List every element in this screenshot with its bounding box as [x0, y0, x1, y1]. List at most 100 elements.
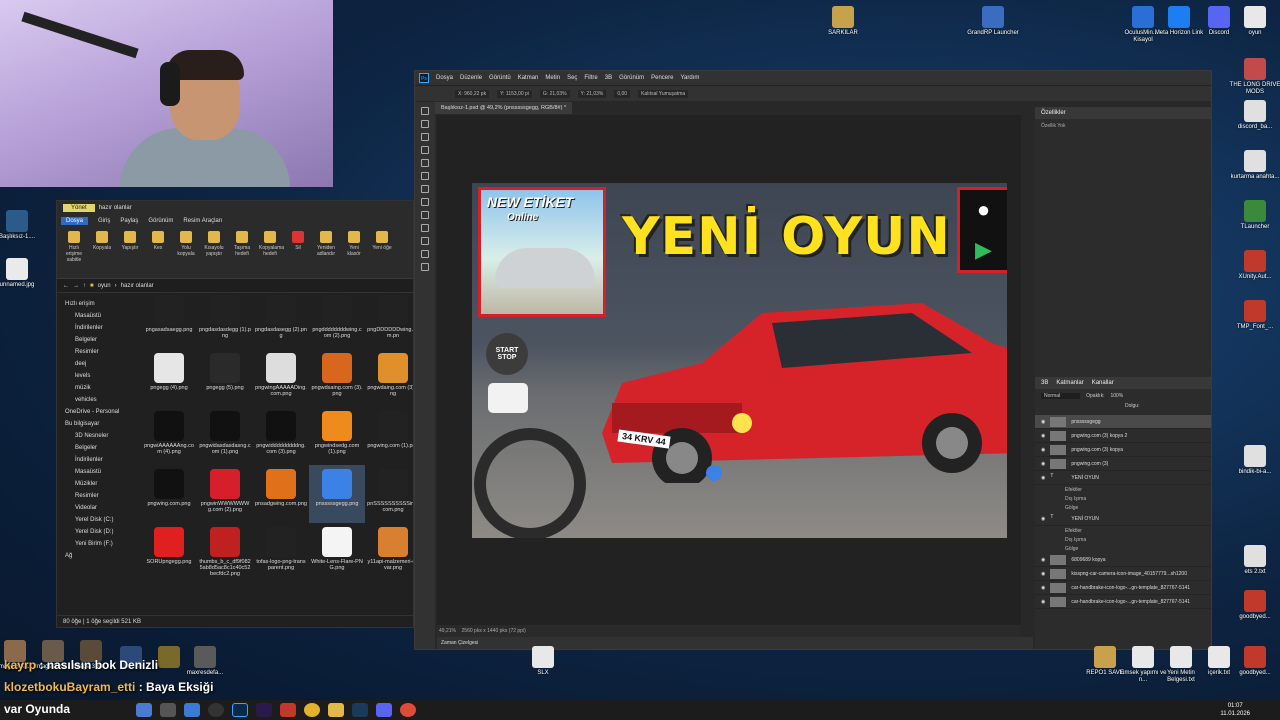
menu-g-r-nt[interactable]: Görüntü	[489, 75, 511, 81]
menu-metin[interactable]: Metin	[545, 75, 560, 81]
file-item[interactable]: pngwiAAAAAAng.com (4).png	[141, 407, 197, 465]
back-arrow-icon[interactable]: ←	[63, 283, 69, 289]
layer-effect[interactable]: Efektler	[1035, 526, 1211, 535]
visibility-eye-icon[interactable]: ◉	[1041, 433, 1045, 439]
menu-g-r-n-m[interactable]: Görünüm	[619, 75, 644, 81]
layer-effect[interactable]: Gölge	[1035, 544, 1211, 553]
layer-row[interactable]: ◉ kisspng-car-camera-icon-image_40157779.…	[1035, 567, 1211, 581]
gradient-tool-icon[interactable]	[421, 211, 429, 219]
panel-tab-katmanlar[interactable]: Katmanlar	[1056, 377, 1083, 389]
visibility-eye-icon[interactable]: ◉	[1041, 585, 1045, 591]
desktop-icon-tmp-font[interactable]: TMP_Font_...	[1228, 300, 1280, 331]
nav-item-onedrive-personal[interactable]: OneDrive - Personal	[65, 406, 135, 418]
layer-row[interactable]: ◉ pngwing.com (3) kopya	[1035, 443, 1211, 457]
desktop-icon-tlauncher[interactable]: TLauncher	[1228, 200, 1280, 231]
ribbon-button-yolu-kopyala[interactable]: Yolu kopyala	[175, 231, 197, 274]
ribbon-tab-payla[interactable]: Paylaş	[120, 218, 138, 224]
option-field[interactable]: Kalıtsal Yumuşatma	[638, 89, 689, 98]
file-item[interactable]: pngwidddddddddng.com (3).png	[253, 407, 309, 465]
pen-tool-icon[interactable]	[421, 224, 429, 232]
file-item[interactable]: pnsssssgegg.png	[309, 465, 365, 523]
layer-row[interactable]: ◉ pngwing.com (3) kopya 2	[1035, 429, 1211, 443]
visibility-eye-icon[interactable]: ◉	[1041, 419, 1045, 425]
ribbon-button-yap-t-r[interactable]: Yapıştır	[119, 231, 141, 274]
nav-item-belgeler[interactable]: Belgeler	[65, 442, 135, 454]
visibility-eye-icon[interactable]: ◉	[1041, 461, 1045, 467]
file-item[interactable]: pngdasdasdegg (1).png	[197, 291, 253, 349]
panel-tab-3b[interactable]: 3B	[1041, 377, 1048, 389]
zoom-tool-icon[interactable]	[421, 263, 429, 271]
panel-tab-kanallar[interactable]: Kanallar	[1092, 377, 1114, 389]
desktop-icon-sarkilar[interactable]: SARKILAR	[816, 6, 870, 37]
layer-row[interactable]: ◉ car-handbrake-icon-logo-...gn-template_…	[1035, 595, 1211, 609]
nav-item-m-zik[interactable]: müzik	[65, 382, 135, 394]
desktop-icon-the-long-drive-mods[interactable]: THE LONG DRIVE MODS	[1228, 58, 1280, 96]
file-item[interactable]: pngdasdasegg (2).png	[253, 291, 309, 349]
desktop-icon-bindik-bi-a[interactable]: bindik-bi-a...	[1228, 445, 1280, 476]
nav-item-belgeler[interactable]: Belgeler	[65, 334, 135, 346]
nav-item-a[interactable]: Ağ	[65, 550, 135, 562]
up-arrow-icon[interactable]: ↑	[83, 283, 86, 289]
option-field[interactable]: G: 21,03%	[539, 89, 570, 98]
ribbon-button-kes[interactable]: Kes	[147, 231, 169, 274]
file-item[interactable]: pngwing.com.png	[141, 465, 197, 523]
eyedropper-tool-icon[interactable]	[421, 159, 429, 167]
ribbon-tab-g-r-n-m[interactable]: Görünüm	[148, 218, 173, 224]
desktop-icon-goodbyed[interactable]: goodbyed...	[1228, 590, 1280, 621]
premiere-icon[interactable]	[256, 703, 272, 717]
option-field[interactable]: 0,00	[614, 89, 631, 98]
breadcrumb-oyun[interactable]: oyun	[98, 283, 111, 289]
layer-row[interactable]: ◉ pnsssssgegg	[1035, 415, 1211, 429]
file-item[interactable]: pngwidasdasdasng.com (1).png	[197, 407, 253, 465]
nav-item-yeni-birim-f[interactable]: Yeni Birim (F:)	[65, 538, 135, 550]
desktop-icon-ets-2-txt[interactable]: ets 2.txt	[1228, 545, 1280, 576]
file-item[interactable]: y11api-malzemeri-duvar.png	[365, 523, 413, 581]
desktop-icon-slx[interactable]: SLX	[516, 646, 570, 677]
chrome-icon[interactable]	[184, 703, 200, 717]
opacity-field[interactable]: 100%	[1110, 393, 1123, 399]
start-menu-icon[interactable]	[136, 703, 152, 717]
desktop-icon-grandrp-launcher[interactable]: GrandRP Launcher	[966, 6, 1020, 37]
blend-mode-select[interactable]: Normal	[1041, 393, 1081, 399]
visibility-eye-icon[interactable]: ◉	[1041, 447, 1045, 453]
menu-pencere[interactable]: Pencere	[651, 75, 673, 81]
layer-row[interactable]: ◉ pngwing.com (3)	[1035, 457, 1211, 471]
visibility-eye-icon[interactable]: ◉	[1041, 599, 1045, 605]
desktop-icon-oyun[interactable]: oyun	[1228, 6, 1280, 37]
nav-item-bu-bilgisayar[interactable]: Bu bilgisayar	[65, 418, 135, 430]
ribbon-button-kopyalama-hedefi[interactable]: Kopyalama hedefi	[259, 231, 284, 274]
ribbon-button-ta-ma-hedefi[interactable]: Taşıma hedefi	[231, 231, 253, 274]
text-tool-icon[interactable]	[421, 237, 429, 245]
layer-effect[interactable]: Efektler	[1035, 485, 1211, 494]
nav-item-deej[interactable]: deej	[65, 358, 135, 370]
ribbon-tab-dosya[interactable]: Dosya	[61, 217, 89, 225]
file-item[interactable]: White-Lens-Flare-PNG.png	[309, 523, 365, 581]
desktop-icon-ba-l-ks-z-1[interactable]: Başlıksız-1....	[0, 210, 44, 241]
file-item[interactable]: SORUpngegg.png	[141, 523, 197, 581]
file-item[interactable]: pngwindsedg.com (1).png	[309, 407, 365, 465]
ribbon-button-kopyala[interactable]: Kopyala	[91, 231, 113, 274]
layer-row[interactable]: ◉ car-handbrake-icon-logo-...gn-template_…	[1035, 581, 1211, 595]
brush-tool-icon[interactable]	[421, 172, 429, 180]
option-field[interactable]: Y: 21,03%	[577, 89, 607, 98]
breadcrumb-hazir-olanlar[interactable]: hazır olanlar	[121, 283, 154, 289]
option-field[interactable]: Y: 1153,00 pi	[497, 89, 532, 98]
nav-item-masa-st[interactable]: Masaüstü	[65, 310, 135, 322]
file-item[interactable]: pngwdaing.com (3).png	[365, 349, 413, 407]
visibility-eye-icon[interactable]: ◉	[1041, 571, 1045, 577]
file-item[interactable]: pngDDDDDDwing.com.pn	[365, 291, 413, 349]
visibility-eye-icon[interactable]: ◉	[1041, 475, 1045, 481]
crop-tool-icon[interactable]	[421, 146, 429, 154]
ribbon-button-yeniden-adland-r[interactable]: Yeniden adlandır	[315, 231, 337, 274]
menu-3b[interactable]: 3B	[605, 75, 612, 81]
nav-item-resimler[interactable]: Resimler	[65, 346, 135, 358]
move-tool-icon[interactable]	[421, 107, 429, 115]
nav-item-videolar[interactable]: Videolar	[65, 502, 135, 514]
option-field[interactable]: X: 960,22 pk	[455, 89, 490, 98]
file-item[interactable]: tofas-logo-png-transparent.png	[253, 523, 309, 581]
desktop-icon-unnamed-jpg[interactable]: unnamed.jpg	[0, 258, 44, 289]
nav-item-levels[interactable]: levels	[65, 370, 135, 382]
browser-icon[interactable]	[280, 703, 296, 717]
menu-d-zenle[interactable]: Düzenle	[460, 75, 482, 81]
obs-icon[interactable]	[208, 703, 224, 717]
